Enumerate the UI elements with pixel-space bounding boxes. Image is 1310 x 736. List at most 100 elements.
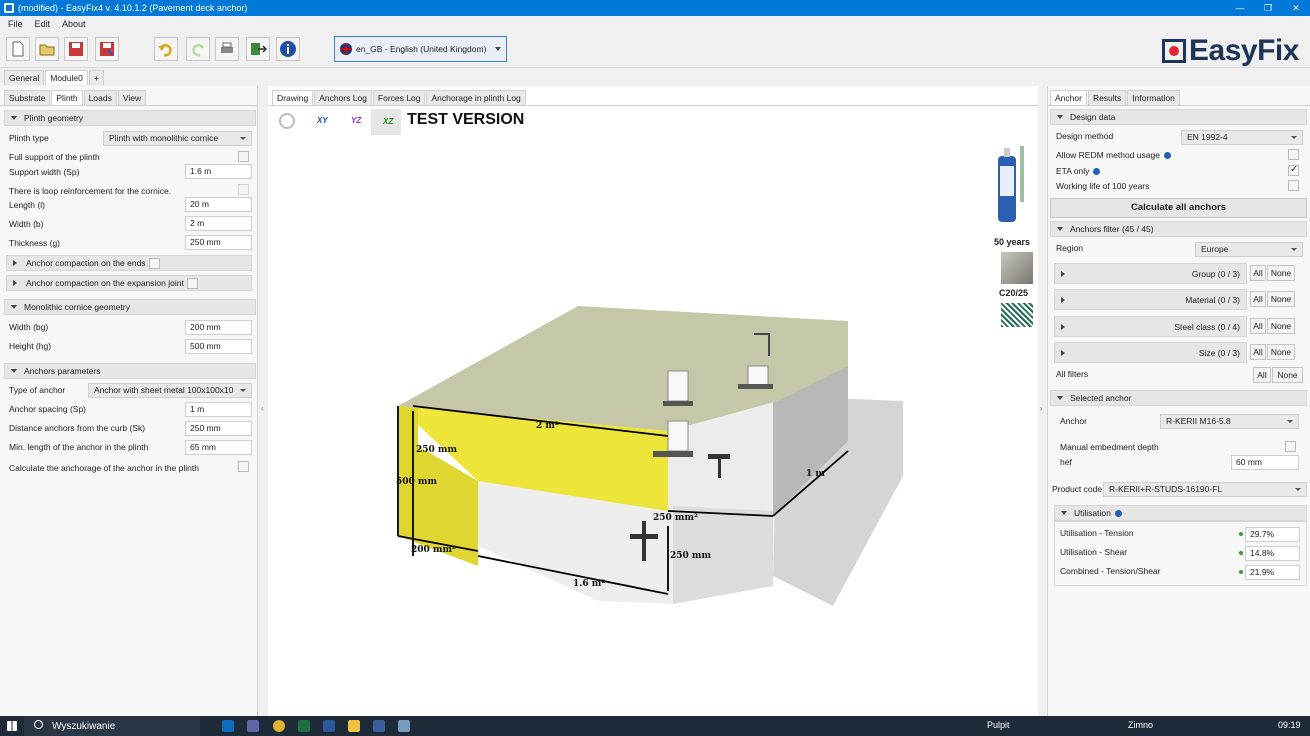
filter-group-all-button[interactable]: All <box>1250 265 1266 281</box>
cornice-height-input[interactable]: 500 mm <box>185 339 252 354</box>
tab-anchor[interactable]: Anchor <box>1050 90 1087 105</box>
plinth-type-select[interactable]: Plinth with monolithic cornice <box>103 131 252 146</box>
thickness-input[interactable]: 250 mm <box>185 235 252 250</box>
redm-checkbox[interactable] <box>1288 149 1299 160</box>
all-filters-all-button[interactable]: All <box>1253 367 1271 383</box>
loop-reinforcement-checkbox[interactable] <box>238 184 249 195</box>
dim-250mm2-label: 250 mm² <box>653 513 698 523</box>
length-input[interactable]: 20 m <box>185 197 252 212</box>
cornice-width-input[interactable]: 200 mm <box>185 320 252 335</box>
region-select[interactable]: Europe <box>1195 242 1303 257</box>
calculate-all-button[interactable]: Calculate all anchors <box>1050 198 1307 218</box>
save-as-icon[interactable] <box>95 37 119 61</box>
excel-icon[interactable] <box>298 720 310 732</box>
close-icon[interactable]: ✕ <box>1282 3 1310 14</box>
filter-material-row[interactable]: Material (0 / 3) <box>1054 289 1247 310</box>
full-support-checkbox[interactable] <box>238 151 249 162</box>
chrome-icon[interactable] <box>273 720 285 732</box>
tab-information[interactable]: Information <box>1127 90 1180 105</box>
refresh-icon[interactable] <box>279 113 295 129</box>
tab-general[interactable]: General <box>4 70 45 85</box>
design-data-header[interactable]: Design data <box>1050 109 1307 125</box>
easyfix-taskbar-icon[interactable] <box>373 720 385 732</box>
filter-group-row[interactable]: Group (0 / 3) <box>1054 263 1247 284</box>
tab-add[interactable]: + <box>88 70 104 85</box>
working-life-100-checkbox[interactable] <box>1288 180 1299 191</box>
tab-anchors-log[interactable]: Anchors Log <box>314 90 372 105</box>
selected-anchor-header[interactable]: Selected anchor <box>1050 390 1307 406</box>
right-splitter[interactable]: › <box>1038 86 1046 716</box>
compaction-ends-expander[interactable]: Anchor compaction on the ends <box>6 255 252 271</box>
taskbar-search[interactable]: Wyszukiwanie <box>24 716 200 736</box>
compaction-joint-expander[interactable]: Anchor compaction on the expansion joint <box>6 275 252 291</box>
export-icon[interactable] <box>246 37 270 61</box>
filter-group-none-button[interactable]: None <box>1267 265 1295 281</box>
support-width-input[interactable]: 1.6 m <box>185 164 252 179</box>
view-yz-button[interactable]: YZ <box>342 110 368 132</box>
design-method-select[interactable]: EN 1992-4 <box>1181 130 1303 145</box>
teams-icon[interactable] <box>247 720 259 732</box>
minimize-icon[interactable]: — <box>1226 3 1254 13</box>
menu-about[interactable]: About <box>62 19 86 29</box>
tab-module0[interactable]: Module0 <box>45 70 88 85</box>
hef-input[interactable]: 60 mm <box>1231 455 1299 470</box>
info-icon[interactable] <box>276 37 300 61</box>
info-icon[interactable] <box>1163 152 1171 160</box>
filter-steel-row[interactable]: Steel class (0 / 4) <box>1054 316 1247 337</box>
tab-results[interactable]: Results <box>1087 90 1127 105</box>
eta-only-checkbox[interactable] <box>1288 164 1299 176</box>
view-xz-button[interactable]: XZ <box>371 109 401 135</box>
utilisation-header[interactable]: Utilisation <box>1054 505 1307 521</box>
new-file-icon[interactable] <box>6 37 30 61</box>
menu-file[interactable]: File <box>8 19 23 29</box>
redo-icon[interactable] <box>186 37 210 61</box>
file-explorer-icon[interactable] <box>348 720 360 732</box>
tab-substrate[interactable]: Substrate <box>4 90 51 105</box>
filter-steel-all-button[interactable]: All <box>1250 318 1266 334</box>
save-icon[interactable] <box>64 37 88 61</box>
open-folder-icon[interactable] <box>35 37 59 61</box>
language-select[interactable]: en_GB - English (United Kingdom) <box>334 36 507 62</box>
filter-material-all-button[interactable]: All <box>1250 291 1266 307</box>
anchor-type-select[interactable]: Anchor with sheet metal 100x100x10 <box>88 383 252 398</box>
width-input[interactable]: 2 m <box>185 216 252 231</box>
all-filters-none-button[interactable]: None <box>1272 367 1303 383</box>
calc-anchorage-checkbox[interactable] <box>238 461 249 472</box>
windows-start-icon[interactable] <box>7 721 17 731</box>
outlook-icon[interactable] <box>222 720 234 732</box>
info-icon[interactable] <box>1114 509 1122 517</box>
tab-drawing[interactable]: Drawing <box>272 90 314 105</box>
app-taskbar-icon[interactable] <box>398 720 410 732</box>
view-xy-button[interactable]: XY <box>308 110 334 132</box>
tab-plinth[interactable]: Plinth <box>51 90 83 105</box>
compaction-joint-checkbox[interactable] <box>186 277 198 289</box>
tab-loads[interactable]: Loads <box>83 90 117 105</box>
anchor-spacing-input[interactable]: 1 m <box>185 402 252 417</box>
compaction-ends-checkbox[interactable] <box>148 257 160 269</box>
word-icon[interactable] <box>323 720 335 732</box>
filter-size-all-button[interactable]: All <box>1250 344 1266 360</box>
cornice-geometry-header[interactable]: Monolithic cornice geometry <box>4 299 256 315</box>
filter-material-none-button[interactable]: None <box>1267 291 1295 307</box>
product-code-select[interactable]: R-KERII+R-STUDS-16190-FL <box>1103 482 1307 497</box>
anchor-select[interactable]: R-KERII M16-5.8 <box>1160 414 1299 429</box>
tab-anchorage-log[interactable]: Anchorage in plinth Log <box>426 90 526 105</box>
info-icon[interactable] <box>1093 168 1101 176</box>
left-splitter[interactable]: ‹ <box>259 86 267 716</box>
print-icon[interactable] <box>215 37 239 61</box>
filter-steel-none-button[interactable]: None <box>1267 318 1295 334</box>
filter-size-row[interactable]: Size (0 / 3) <box>1054 342 1247 363</box>
plinth-geometry-header[interactable]: Plinth geometry <box>4 110 256 126</box>
undo-icon[interactable] <box>154 37 178 61</box>
tab-forces-log[interactable]: Forces Log <box>372 90 426 105</box>
curb-distance-input[interactable]: 250 mm <box>185 421 252 436</box>
min-length-input[interactable]: 65 mm <box>185 440 252 455</box>
manual-embedment-checkbox[interactable] <box>1285 441 1296 452</box>
anchors-filter-header[interactable]: Anchors filter (45 / 45) <box>1050 221 1307 237</box>
menu-edit[interactable]: Edit <box>35 19 51 29</box>
pulpit-label[interactable]: Pulpit <box>987 720 1010 730</box>
tab-view[interactable]: View <box>117 90 147 105</box>
filter-size-none-button[interactable]: None <box>1267 344 1295 360</box>
maximize-icon[interactable]: ❐ <box>1254 3 1282 14</box>
anchors-parameters-header[interactable]: Anchors parameters <box>4 363 256 379</box>
